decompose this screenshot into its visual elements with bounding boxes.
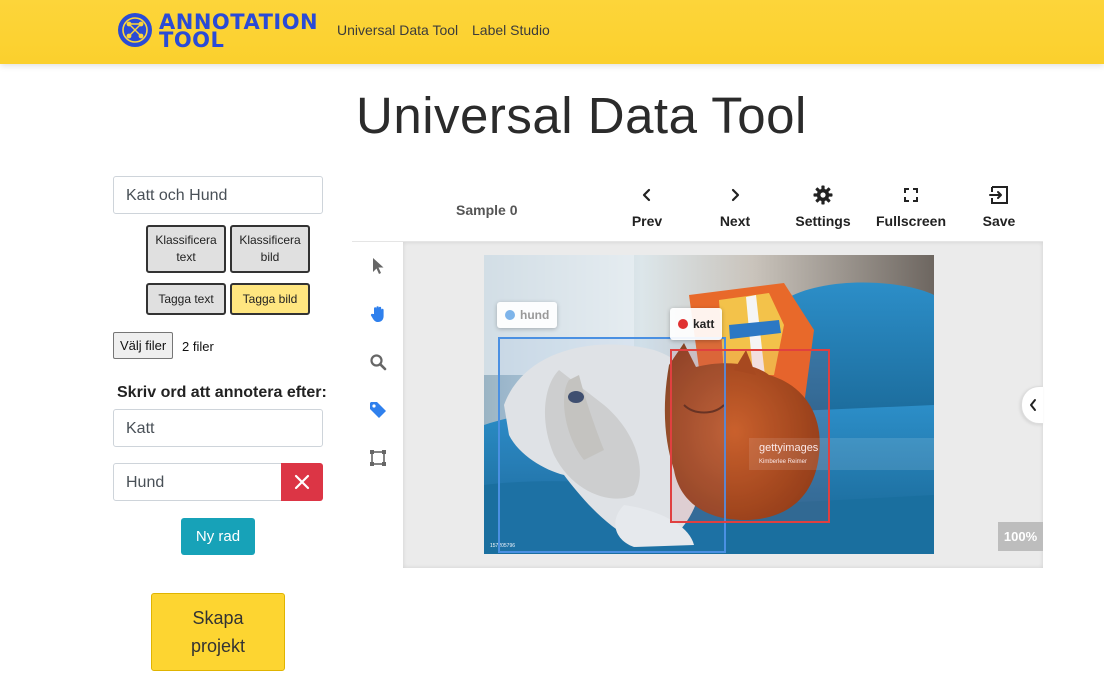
create-project-label: Skapa projekt [190,608,246,656]
prev-label: Prev [631,213,663,229]
chevron-left-icon [642,188,651,202]
sample-label: Sample 0 [456,202,518,218]
settings-label: Settings [795,213,851,229]
region-label-hund: hund [520,308,550,322]
word-input-2[interactable]: Hund [113,463,283,501]
tag-tool[interactable] [365,397,391,423]
tool-sidebar [353,242,403,568]
magnifier-icon [370,354,387,371]
type-button-tag-text[interactable]: Tagga text [146,283,226,315]
chevron-left-icon [1029,399,1036,411]
navbar: ANNOTATION TOOL Universal Data Tool Labe… [0,0,1104,64]
nav-link-universal-data-tool[interactable]: Universal Data Tool [337,22,458,38]
select-tool[interactable] [365,253,391,279]
tag-icon [370,402,386,418]
region-tag-katt[interactable]: katt [670,308,723,340]
chevron-right-icon [731,188,740,202]
close-icon [294,474,310,490]
delete-row-button[interactable] [281,463,323,501]
type-button-classify-image[interactable]: Klassificera bild [230,225,310,273]
logo-icon [118,13,152,47]
page-title: Universal Data Tool [356,87,807,144]
zoom-tool[interactable] [365,349,391,375]
cursor-icon [373,258,384,274]
word-input-1[interactable]: Katt [113,409,323,447]
type-button-tag-image[interactable]: Tagga bild [230,283,310,315]
hand-icon [370,306,384,322]
words-label: Skriv ord att annotera efter: [117,384,327,401]
gear-icon [813,185,833,205]
region-katt[interactable] [670,349,830,523]
pan-tool[interactable] [365,301,391,327]
region-tag-hund[interactable]: hund [497,302,558,328]
create-project-button[interactable]: Skapa projekt [151,593,285,671]
project-name-input[interactable]: Katt och Hund [113,176,323,214]
logo[interactable]: ANNOTATION TOOL [116,10,318,54]
fullscreen-label: Fullscreen [875,213,947,229]
file-count: 2 filer [182,339,214,354]
new-row-button[interactable]: Ny rad [181,518,255,555]
logo-text-line2: TOOL [159,28,225,52]
settings-button[interactable]: Settings [785,183,861,233]
annotation-canvas[interactable]: gettyimages Kimberlee Reimer 157205796 h… [403,242,1043,568]
prev-button[interactable]: Prev [609,183,685,233]
fullscreen-icon [904,188,918,202]
next-button[interactable]: Next [697,183,773,233]
save-label: Save [982,213,1016,229]
tag-color-dot [678,319,688,329]
choose-files-button[interactable]: Välj filer [113,332,174,359]
fullscreen-button[interactable]: Fullscreen [873,183,949,233]
type-button-classify-text[interactable]: Klassificera text [146,225,226,273]
exit-icon [989,186,1008,204]
box-tool-icon [370,450,386,466]
next-label: Next [719,213,751,229]
tag-color-dot [505,310,515,320]
save-button[interactable]: Save [961,183,1037,233]
zoom-level: 100% [998,522,1043,551]
box-tool[interactable] [365,445,391,471]
nav-link-label-studio[interactable]: Label Studio [472,22,550,38]
region-label-katt: katt [693,317,715,331]
